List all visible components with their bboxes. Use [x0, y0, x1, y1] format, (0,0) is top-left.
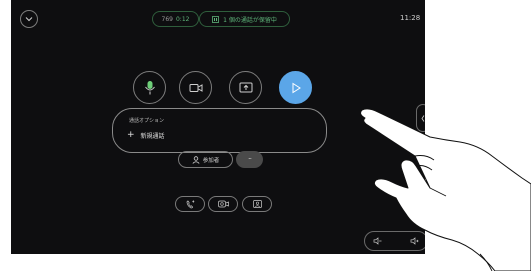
pointing-hand-illustration — [360, 108, 531, 271]
